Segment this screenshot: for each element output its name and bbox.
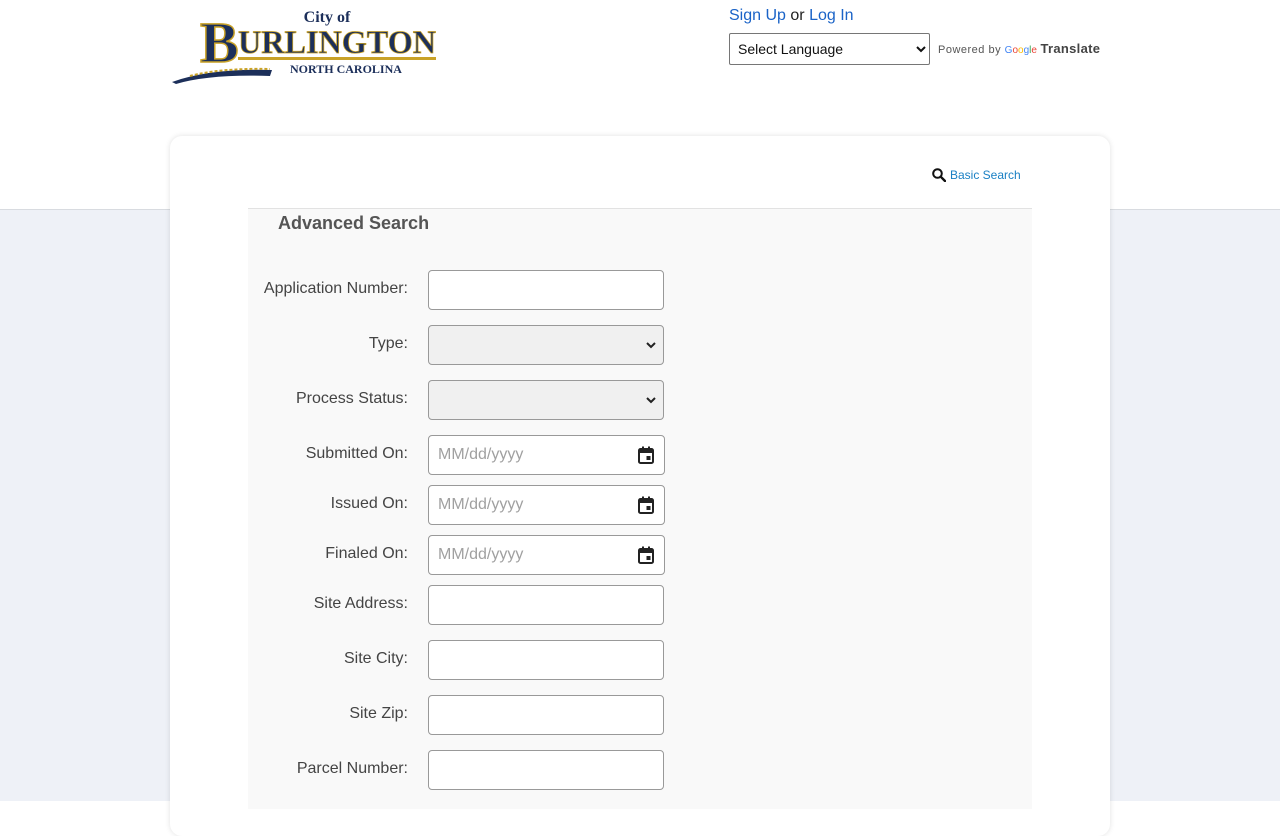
site-address-input[interactable] [428, 585, 664, 625]
powered-by-text: Powered by [938, 44, 1002, 56]
finaled-on-label: Finaled On: [325, 545, 408, 562]
parcel-number-label: Parcel Number: [296, 760, 408, 777]
translate-text[interactable]: Translate [1040, 41, 1100, 56]
type-select[interactable] [428, 325, 664, 365]
chevron-down-icon [646, 342, 656, 349]
basic-search-label: Basic Search [950, 168, 1021, 182]
finaled-on-input[interactable]: MM/dd/yyyy [428, 535, 665, 575]
parcel-number-input[interactable] [428, 750, 664, 790]
basic-search-link[interactable]: Basic Search [932, 168, 1021, 182]
site-city-input[interactable] [428, 640, 664, 680]
issued-on-input[interactable]: MM/dd/yyyy [428, 485, 665, 525]
or-text: or [790, 7, 805, 24]
calendar-icon[interactable] [638, 446, 654, 464]
application-number-input[interactable] [428, 270, 664, 310]
language-select[interactable]: Select Language [729, 33, 930, 65]
application-number-label: Application Number: [263, 280, 408, 297]
logo-swoosh [172, 69, 272, 84]
finaled-on-placeholder: MM/dd/yyyy [438, 546, 524, 563]
submitted-on-label: Submitted On: [305, 445, 408, 462]
logo-initial: B [200, 10, 239, 75]
logo-sub-text: NORTH CAROLINA [290, 62, 402, 76]
issued-on-placeholder: MM/dd/yyyy [438, 496, 524, 513]
log-in-link[interactable]: Log In [809, 7, 853, 24]
google-logo[interactable]: Google [1005, 45, 1037, 56]
site-zip-input[interactable] [428, 695, 664, 735]
process-status-select[interactable] [428, 380, 664, 420]
search-icon [932, 168, 946, 182]
sign-up-link[interactable]: Sign Up [729, 7, 786, 24]
logo-top-text: City of [304, 9, 351, 26]
city-logo[interactable]: City of B URLINGTON NORTH CAROLINA [170, 6, 440, 86]
site-address-label: Site Address: [313, 595, 408, 612]
calendar-icon[interactable] [638, 546, 654, 564]
issued-on-label: Issued On: [330, 495, 408, 512]
type-label: Type: [368, 335, 408, 352]
submitted-on-placeholder: MM/dd/yyyy [438, 446, 524, 463]
chevron-down-icon [646, 397, 656, 404]
submitted-on-input[interactable]: MM/dd/yyyy [428, 435, 665, 475]
calendar-icon[interactable] [638, 496, 654, 514]
site-zip-label: Site Zip: [349, 705, 408, 722]
panel-title: Advanced Search [278, 213, 430, 233]
svg-text:URLINGTON: URLINGTON [238, 25, 436, 61]
powered-by-google-translate: Powered by Google Translate [938, 41, 1100, 56]
logo-gold-bar [238, 57, 436, 60]
auth-links: Sign Up or Log In [729, 7, 854, 25]
process-status-label: Process Status: [295, 390, 408, 407]
site-city-label: Site City: [343, 650, 408, 667]
